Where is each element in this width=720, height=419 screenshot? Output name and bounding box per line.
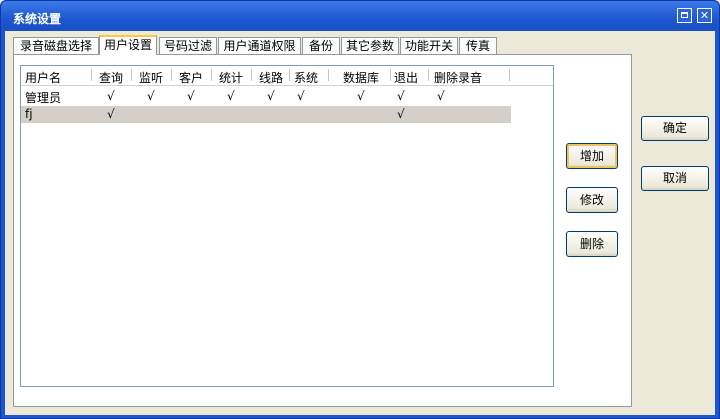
column-divider[interactable] xyxy=(328,69,329,81)
cell-check: √ xyxy=(187,89,195,103)
tab-label: 用户通道权限 xyxy=(223,39,296,53)
cell-check: √ xyxy=(437,89,445,103)
column-header[interactable]: 数据库 xyxy=(343,69,379,85)
tab-panel-user-settings: 用户名 查询 监听 客户 统计 线路 系统 数据库 退出 删除录音 管理员 √ … xyxy=(13,54,632,407)
title-bar[interactable]: 系统设置 ✕ xyxy=(1,1,719,31)
tab-backup[interactable]: 备份 xyxy=(302,37,340,54)
table-row[interactable]: 管理员 √ √ √ √ √ √ √ √ √ xyxy=(21,88,511,105)
column-header[interactable]: 退出 xyxy=(394,69,418,85)
column-header[interactable]: 统计 xyxy=(219,69,243,85)
add-user-button[interactable]: 增加 xyxy=(566,143,618,169)
cell-check: √ xyxy=(397,89,405,103)
tab-number-filter[interactable]: 号码过滤 xyxy=(159,37,217,54)
modify-user-button[interactable]: 修改 xyxy=(566,187,618,213)
cell-check: √ xyxy=(267,89,275,103)
column-header[interactable]: 监听 xyxy=(139,69,163,85)
tab-label: 用户设置 xyxy=(103,38,152,52)
cell-username: 管理员 xyxy=(25,91,62,105)
tab-other-params[interactable]: 其它参数 xyxy=(341,37,399,54)
delete-user-button[interactable]: 删除 xyxy=(566,231,618,257)
column-header[interactable]: 删除录音 xyxy=(434,69,482,85)
column-divider[interactable] xyxy=(251,69,252,81)
list-header: 用户名 查询 监听 客户 统计 线路 系统 数据库 退出 删除录音 xyxy=(21,66,553,86)
tab-user-settings[interactable]: 用户设置 xyxy=(99,35,157,55)
column-divider[interactable] xyxy=(390,69,391,81)
close-button[interactable]: ✕ xyxy=(697,8,712,23)
maximize-button[interactable] xyxy=(677,8,692,23)
ok-button[interactable]: 确定 xyxy=(641,116,709,141)
tab-feature-switches[interactable]: 功能开关 xyxy=(400,37,458,54)
close-icon: ✕ xyxy=(699,9,710,22)
tab-label: 录音磁盘选择 xyxy=(19,39,92,53)
column-divider[interactable] xyxy=(509,69,510,81)
tab-label: 功能开关 xyxy=(404,39,453,53)
cell-check: √ xyxy=(357,89,365,103)
column-divider[interactable] xyxy=(428,69,429,81)
cell-check: √ xyxy=(107,89,115,103)
column-divider[interactable] xyxy=(91,69,92,81)
tab-label: 号码过滤 xyxy=(163,39,212,53)
column-divider[interactable] xyxy=(131,69,132,81)
column-divider[interactable] xyxy=(171,69,172,81)
client-area: 录音磁盘选择 用户设置 号码过滤 用户通道权限 备份 其它参数 功能开关 传真 … xyxy=(5,31,715,415)
column-divider[interactable] xyxy=(289,69,290,81)
table-row[interactable]: fj √ √ xyxy=(21,106,511,123)
cell-check: √ xyxy=(147,89,155,103)
window-title: 系统设置 xyxy=(13,12,62,26)
maximize-icon xyxy=(681,12,688,18)
tab-label: 传真 xyxy=(465,39,490,53)
cell-username: fj xyxy=(25,107,33,121)
cancel-button[interactable]: 取消 xyxy=(641,166,709,191)
column-header[interactable]: 用户名 xyxy=(25,69,61,85)
settings-window: 系统设置 ✕ 录音磁盘选择 用户设置 号码过滤 用户通道权限 备份 其它参数 功… xyxy=(0,0,720,419)
column-divider[interactable] xyxy=(211,69,212,81)
cell-check: √ xyxy=(297,89,305,103)
cell-check: √ xyxy=(397,107,405,121)
column-header[interactable]: 线路 xyxy=(259,69,283,85)
tab-channel-permissions[interactable]: 用户通道权限 xyxy=(218,37,301,54)
tab-fax[interactable]: 传真 xyxy=(459,37,497,54)
user-list[interactable]: 用户名 查询 监听 客户 统计 线路 系统 数据库 退出 删除录音 管理员 √ … xyxy=(20,65,554,387)
tab-disk-select[interactable]: 录音磁盘选择 xyxy=(13,37,99,54)
tab-label: 其它参数 xyxy=(345,39,394,53)
tab-label: 备份 xyxy=(308,39,333,53)
cell-check: √ xyxy=(227,89,235,103)
column-header[interactable]: 系统 xyxy=(294,69,318,85)
cell-check: √ xyxy=(107,107,115,121)
column-header[interactable]: 客户 xyxy=(179,69,203,85)
column-header[interactable]: 查询 xyxy=(99,69,123,85)
